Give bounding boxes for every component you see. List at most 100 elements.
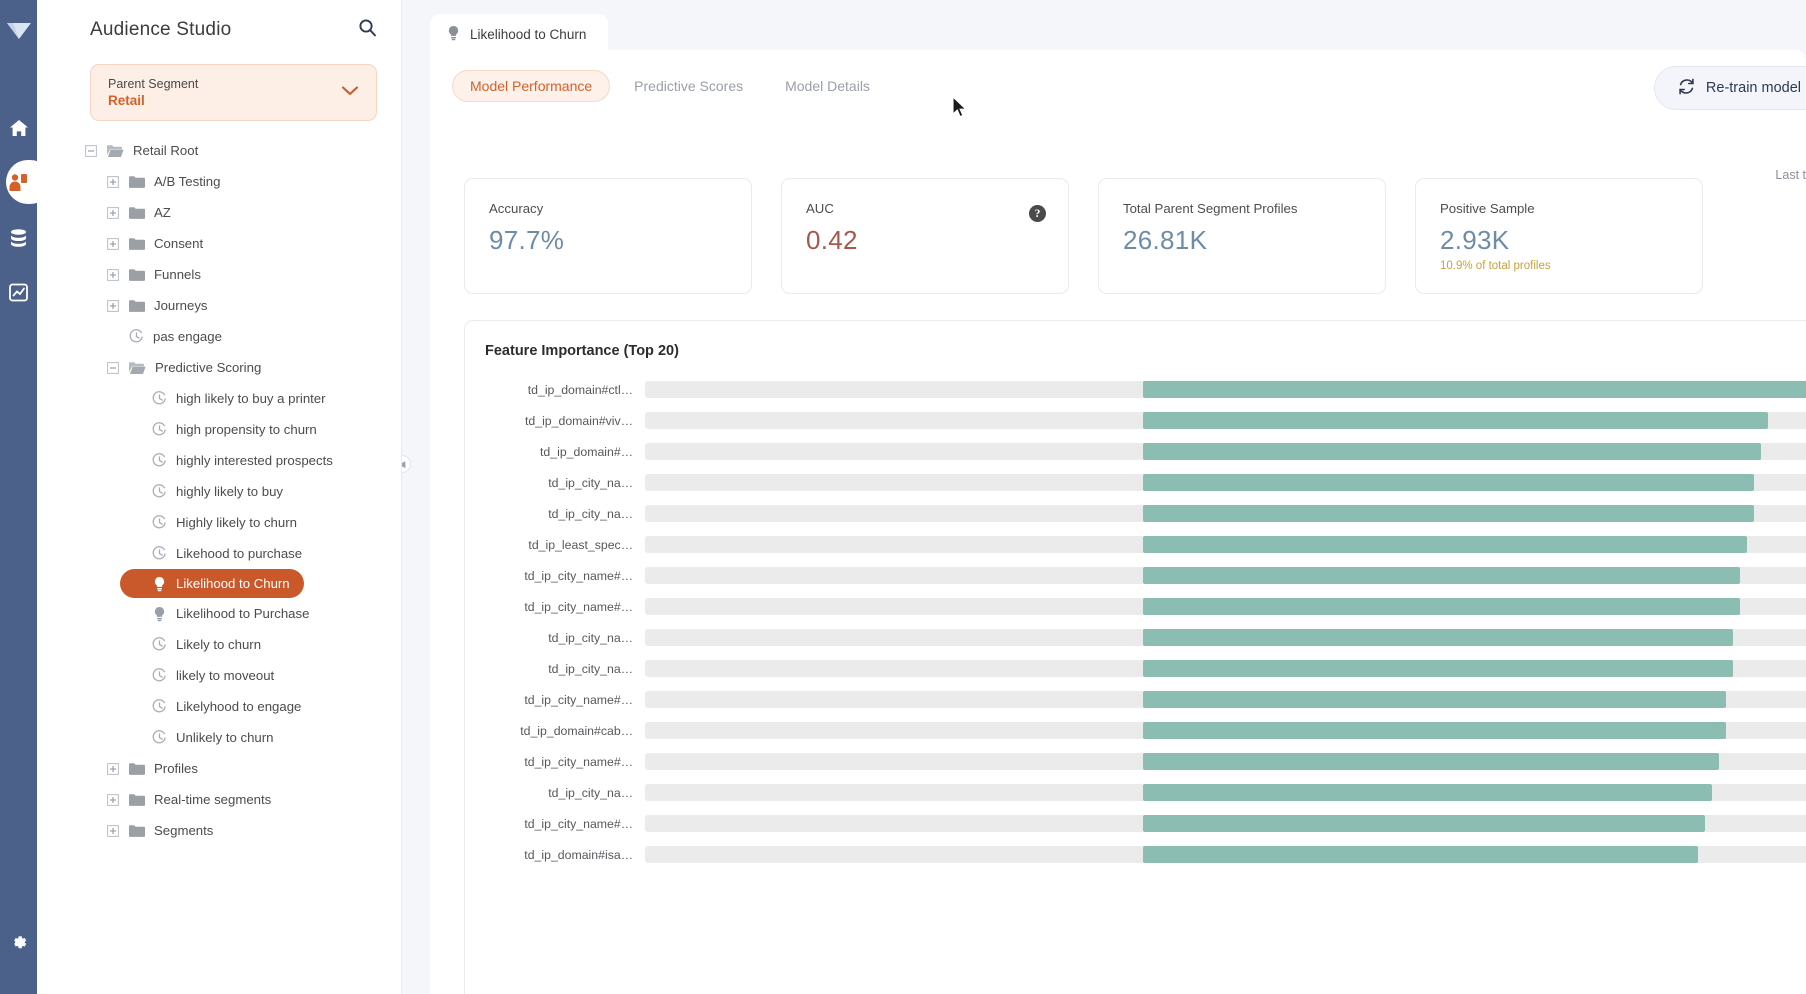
feature-label: td_ip_city_name#… bbox=[524, 568, 633, 583]
diamond-logo-icon[interactable] bbox=[0, 8, 37, 54]
tree-expander-plus-icon[interactable] bbox=[107, 237, 119, 250]
tree-item[interactable]: likely to moveout bbox=[130, 660, 391, 691]
tree-item[interactable]: Journeys bbox=[107, 290, 391, 321]
tree-expander-plus-icon[interactable] bbox=[107, 793, 119, 806]
metric-subtext: 10.9% of total profiles bbox=[1440, 260, 1551, 272]
feature-bar-value bbox=[1143, 784, 1712, 801]
tree-expander-plus-icon[interactable] bbox=[107, 762, 119, 775]
feature-bar-value bbox=[1143, 567, 1740, 584]
database-icon[interactable] bbox=[0, 210, 37, 265]
tree-item-selected[interactable]: Likelihood to Churn bbox=[120, 569, 304, 598]
tree-item[interactable]: AZ bbox=[107, 197, 391, 228]
parent-segment-selector[interactable]: Parent Segment Retail bbox=[90, 64, 377, 121]
tree-item[interactable]: Real-time segments bbox=[107, 784, 391, 815]
tree-item[interactable]: Likely to churn bbox=[130, 629, 391, 660]
help-icon[interactable]: ? bbox=[1029, 205, 1046, 222]
tree-expander-plus-icon[interactable] bbox=[107, 268, 119, 281]
tree-item[interactable]: Highly likely to churn bbox=[130, 507, 391, 538]
tree-item[interactable]: high propensity to churn bbox=[130, 414, 391, 445]
sub-tab[interactable]: Model Details bbox=[767, 70, 888, 102]
tree-item-label: Likelihood to Churn bbox=[176, 576, 290, 591]
metric-value: 97.7% bbox=[489, 225, 565, 255]
tree-item-label: Unlikely to churn bbox=[176, 730, 274, 745]
tree-item[interactable]: Funnels bbox=[107, 259, 391, 290]
tree-item-label: Predictive Scoring bbox=[155, 360, 262, 375]
tab-bar: Likelihood to Churn bbox=[402, 0, 1806, 54]
feature-bar-track bbox=[645, 536, 1806, 553]
tab-likelihood-to-churn[interactable]: Likelihood to Churn bbox=[430, 14, 609, 54]
refresh-icon bbox=[1677, 77, 1696, 100]
feature-label: td_ip_domain#… bbox=[540, 444, 633, 459]
icon-rail bbox=[0, 0, 52, 994]
audience-icon[interactable] bbox=[0, 155, 52, 210]
chart-line-icon[interactable] bbox=[0, 265, 37, 320]
tree-item[interactable]: pas engage bbox=[107, 321, 391, 352]
tree-item[interactable]: Segments bbox=[107, 815, 391, 846]
tree-expander-plus-icon[interactable] bbox=[107, 299, 119, 312]
tree-expander-plus-icon[interactable] bbox=[107, 824, 119, 837]
folder-icon bbox=[129, 824, 145, 838]
tree-item-label: likely to moveout bbox=[176, 668, 275, 683]
tree-item-label: AZ bbox=[154, 205, 171, 220]
metric-label: Total Parent Segment Profiles bbox=[1123, 201, 1298, 216]
tree-item[interactable]: Retail Root bbox=[85, 135, 391, 166]
tree-item[interactable]: Profiles bbox=[107, 753, 391, 784]
clock-icon bbox=[152, 484, 167, 499]
metric-card-list: Accuracy 97.7% AUC 0.42? Total Parent Segmen… bbox=[464, 178, 1703, 294]
tree-item[interactable]: A/B Testing bbox=[107, 166, 391, 197]
feature-label: td_ip_city_name#… bbox=[524, 599, 633, 614]
tree-item-label: Consent bbox=[154, 236, 204, 251]
tree-item-label: Likelyhood to engage bbox=[176, 699, 302, 714]
feature-bar-track bbox=[645, 567, 1806, 584]
feature-label: td_ip_city_name#… bbox=[524, 754, 633, 769]
tree-item[interactable]: Likehood to purchase bbox=[130, 538, 391, 569]
feature-bar-value bbox=[1143, 412, 1768, 429]
feature-label: td_ip_domain#ctl… bbox=[527, 382, 633, 397]
clock-icon bbox=[152, 699, 167, 714]
sub-tab[interactable]: Predictive Scores bbox=[616, 70, 761, 102]
search-icon[interactable] bbox=[358, 18, 377, 42]
home-icon[interactable] bbox=[0, 100, 37, 155]
page-title: Audience Studio bbox=[90, 19, 232, 40]
sub-tab[interactable]: Model Performance bbox=[452, 70, 611, 102]
feature-row: td_ip_domain#viv… bbox=[465, 405, 1806, 436]
tree-expander-minus-icon[interactable] bbox=[85, 144, 97, 157]
feature-row: td_ip_domain#isa… bbox=[465, 839, 1806, 870]
feature-row: td_ip_city_name#… bbox=[465, 808, 1806, 839]
metric-card: Positive Sample 2.93K 10.9% of total profi… bbox=[1415, 178, 1703, 294]
retrain-model-button[interactable]: Re-train model bbox=[1653, 66, 1806, 110]
feature-label: td_ip_least_spec… bbox=[528, 537, 633, 552]
tree-expander-minus-icon[interactable] bbox=[107, 361, 119, 374]
tree-item[interactable]: Likelyhood to engage bbox=[130, 691, 391, 722]
tree-item[interactable]: high likely to buy a printer bbox=[130, 383, 391, 414]
tree-item[interactable]: Predictive Scoring bbox=[107, 352, 391, 383]
metric-card: Accuracy 97.7% bbox=[464, 178, 752, 294]
metric-label: AUC bbox=[806, 201, 834, 216]
tree-expander-plus-icon[interactable] bbox=[107, 206, 119, 219]
feature-row: td_ip_city_name#… bbox=[465, 560, 1806, 591]
tree-item[interactable]: highly interested prospects bbox=[130, 445, 391, 476]
tree-item-label: Profiles bbox=[154, 761, 198, 776]
tree-item[interactable]: highly likely to buy bbox=[130, 476, 391, 507]
feature-bar-value bbox=[1143, 846, 1698, 863]
tree-item-label: high likely to buy a printer bbox=[176, 391, 326, 406]
tree-expander-plus-icon[interactable] bbox=[107, 175, 119, 188]
tree-item-label: Journeys bbox=[154, 298, 208, 313]
folder-open-icon bbox=[107, 144, 124, 158]
tree-item[interactable]: Unlikely to churn bbox=[130, 722, 391, 753]
feature-bar-track bbox=[645, 598, 1806, 615]
feature-bar-value bbox=[1143, 505, 1754, 522]
gear-icon[interactable] bbox=[0, 915, 37, 970]
tree-item[interactable]: Consent bbox=[107, 228, 391, 259]
main-panel: ◀ Likelihood to Churn Model PerformanceP… bbox=[402, 0, 1806, 994]
feature-importance-rows: td_ip_domain#ctl… td_ip_domain#viv… td_ip_… bbox=[465, 374, 1806, 870]
metric-label: Accuracy bbox=[489, 201, 544, 216]
tree-item-label: Real-time segments bbox=[154, 792, 272, 807]
feature-bar-value bbox=[1143, 660, 1733, 677]
chevron-down-icon[interactable] bbox=[340, 84, 360, 102]
sidebar-collapse-handle[interactable]: ◀ bbox=[402, 455, 411, 473]
clock-icon bbox=[129, 329, 144, 344]
feature-label: td_ip_domain#viv… bbox=[524, 413, 633, 428]
feature-label: td_ip_city_name#… bbox=[524, 692, 633, 707]
tree-item[interactable]: Likelihood to Purchase bbox=[130, 598, 391, 629]
